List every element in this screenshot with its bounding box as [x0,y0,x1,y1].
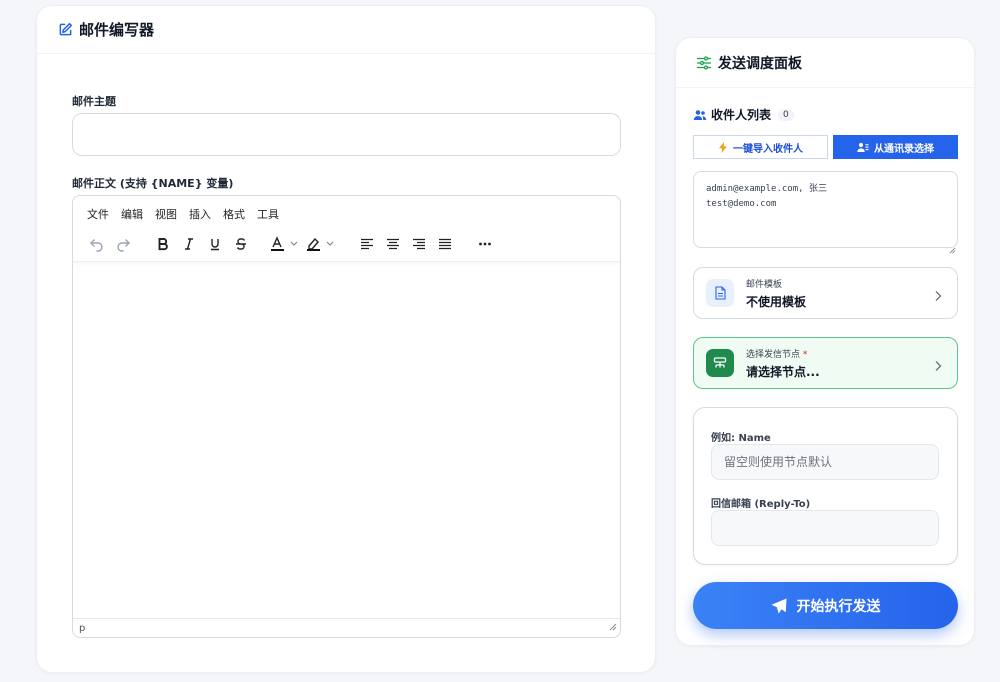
select-from-contacts-button[interactable]: 从通讯录选择 [833,135,958,159]
panel-header: 发送调度面板 [676,38,974,88]
start-send-button[interactable]: 开始执行发送 [693,582,958,629]
server-icon [706,349,734,377]
editor-header: 邮件编写器 [37,6,655,54]
menu-file[interactable]: 文件 [87,206,109,222]
recipients-header: 收件人列表 0 [693,106,794,123]
recipients-label: 收件人列表 [711,108,772,122]
element-path[interactable]: p [79,623,85,634]
send-icon [771,598,787,614]
justify-icon [439,238,451,249]
sender-name-input[interactable] [711,444,939,480]
undo-button[interactable] [85,232,109,256]
menu-insert[interactable]: 插入 [189,206,211,222]
recipients-count-badge: 0 [778,108,794,121]
more-icon [479,242,491,245]
menu-view[interactable]: 视图 [155,206,177,222]
select-from-contacts-label: 从通讯录选择 [874,143,934,155]
body-label: 邮件正文 (支持 {NAME} 变量) [72,177,234,190]
underline-icon [211,238,219,250]
editor-statusbar: p [73,618,620,637]
subject-label: 邮件主题 [72,95,116,108]
align-left-icon [361,238,373,249]
node-value: 请选择节点... [746,364,820,379]
template-selector[interactable]: 邮件模板 不使用模板 [693,267,958,319]
file-icon [706,279,734,307]
node-label: 选择发信节点 [746,349,801,360]
dispatch-panel: 发送调度面板 收件人列表 0 一键导入收件人 从通讯录选择 admin@exam… [675,37,975,646]
highlight-icon [307,237,334,251]
sliders-icon [696,55,712,71]
editor-title: 邮件编写器 [79,21,155,39]
rich-text-editor: 文件 编辑 视图 插入 格式 工具 p [72,195,621,638]
required-mark: * [802,349,808,360]
align-right-button[interactable] [407,232,431,256]
menu-tools[interactable]: 工具 [257,206,279,222]
highlight-color-button[interactable] [305,232,339,256]
italic-icon [185,237,193,250]
align-center-icon [387,238,399,249]
lightning-icon [718,141,728,153]
menu-edit[interactable]: 编辑 [121,206,143,222]
sender-options: 例如: Name 回信邮箱 (Reply-To) [693,407,958,565]
underline-button[interactable] [203,232,227,256]
recipients-textarea[interactable]: admin@example.com, 张三 test@demo.com [693,171,958,248]
strikethrough-icon [236,237,246,250]
align-center-button[interactable] [381,232,405,256]
subject-input[interactable] [72,113,621,156]
chevron-right-icon [933,287,943,306]
redo-icon [117,238,130,252]
bold-button[interactable] [151,232,175,256]
reply-to-label: 回信邮箱 (Reply-To) [711,499,811,510]
align-right-icon [413,238,425,249]
node-selector[interactable]: 选择发信节点 * 请选择节点... [693,337,958,389]
start-send-label: 开始执行发送 [796,598,881,615]
editor-body[interactable] [73,262,620,618]
editor-toolbar [73,226,620,262]
more-button[interactable] [473,232,497,256]
template-value: 不使用模板 [746,294,807,309]
users-icon [693,108,707,122]
editor-card: 邮件编写器 邮件主题 邮件正文 (支持 {NAME} 变量) 文件 编辑 视图 … [36,5,656,673]
menu-format[interactable]: 格式 [223,206,245,222]
editor-menubar: 文件 编辑 视图 插入 格式 工具 [73,196,620,226]
text-color-icon [271,235,298,251]
edit-icon [58,22,73,37]
sender-name-label: 例如: Name [711,433,771,444]
strikethrough-button[interactable] [229,232,253,256]
chevron-right-icon [933,357,943,376]
resize-handle-icon[interactable] [609,623,617,634]
import-recipients-button[interactable]: 一键导入收件人 [693,135,828,159]
import-recipients-label: 一键导入收件人 [733,143,803,155]
contacts-icon [857,142,869,153]
bold-icon [158,237,168,250]
redo-button[interactable] [111,232,135,256]
reply-to-input[interactable] [711,510,939,546]
panel-title: 发送调度面板 [718,55,802,72]
justify-button[interactable] [433,232,457,256]
undo-icon [90,238,103,252]
italic-button[interactable] [177,232,201,256]
template-label: 邮件模板 [746,279,783,290]
text-color-button[interactable] [269,232,303,256]
align-left-button[interactable] [355,232,379,256]
